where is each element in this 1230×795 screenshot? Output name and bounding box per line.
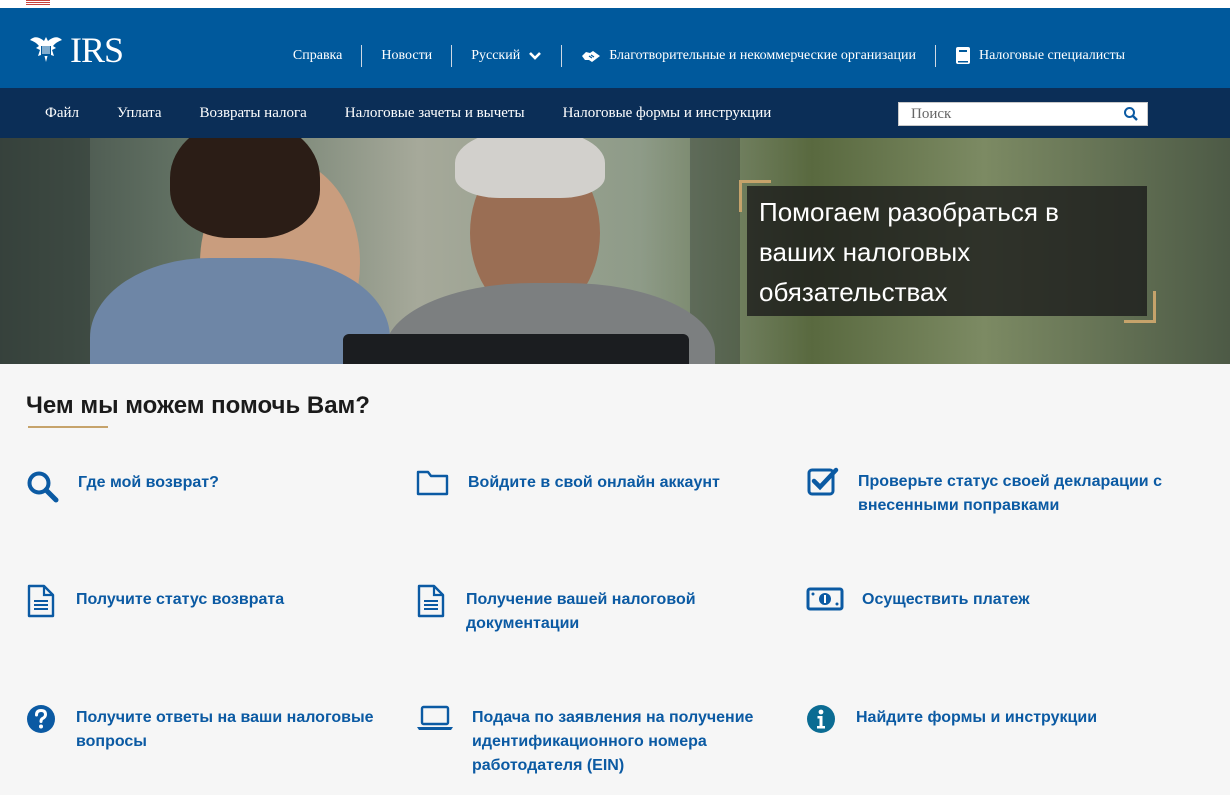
hero-banner: Помогаем разобраться в ваших налоговых о…: [0, 138, 1230, 364]
search-icon: [27, 471, 59, 503]
document-icon: [27, 584, 55, 618]
tax-pros-link[interactable]: Налоговые специалисты: [936, 46, 1144, 66]
logo-text: IRS: [70, 30, 124, 70]
hero-backdrop: [0, 138, 90, 364]
tile-label: Найдите формы и инструкции: [856, 709, 1098, 726]
tile-make-payment[interactable]: Осуществить платеж: [806, 586, 1171, 612]
title-underline: [28, 426, 108, 428]
search-icon[interactable]: [1123, 106, 1139, 122]
hero-person-image: [455, 138, 605, 198]
charities-label: Благотворительные и некоммерческие орган…: [609, 48, 916, 63]
search-input[interactable]: [899, 103, 1119, 125]
help-label: Справка: [292, 48, 343, 63]
language-label: Русский: [471, 48, 521, 63]
tile-apply-ein[interactable]: Подача по заявления на получение идентиф…: [416, 704, 776, 778]
site-header: IRS Справка Новости Русский Благотворите…: [0, 8, 1230, 88]
tile-label: Войдите в свой онлайн аккаунт: [468, 474, 720, 491]
main-nav: Файл Уплата Возвраты налога Налоговые за…: [0, 88, 1230, 138]
tax-pros-label: Налоговые специалисты: [978, 48, 1125, 63]
tile-where-refund[interactable]: Где мой возврат?: [26, 470, 386, 504]
document-icon: [417, 584, 445, 618]
nav-item-refunds[interactable]: Возвраты налога: [181, 105, 326, 122]
tile-label: Получите статус возврата: [76, 591, 285, 608]
help-section-title: Чем мы можем помочь Вам?: [26, 392, 370, 419]
chevron-down-icon: [529, 52, 542, 60]
money-icon: [806, 587, 844, 611]
news-label: Новости: [381, 48, 433, 63]
nav-item-forms-instructions[interactable]: Налоговые формы и инструкции: [544, 105, 791, 122]
laptop-icon: [417, 705, 453, 730]
tile-online-account[interactable]: Войдите в свой онлайн аккаунт: [416, 468, 776, 498]
hero-person-image: [170, 138, 320, 238]
tile-amended-status[interactable]: Проверьте статус своей декларации с внес…: [806, 466, 1171, 518]
tile-label: Где мой возврат?: [78, 474, 219, 491]
irs-logo[interactable]: IRS: [26, 30, 124, 70]
tile-label: Осуществить платеж: [862, 591, 1030, 608]
news-link[interactable]: Новости: [362, 48, 451, 64]
checkbox-icon: [807, 467, 839, 496]
utility-nav: Справка Новости Русский Благотворительны…: [274, 44, 1144, 68]
tile-label: Подача по заявления на получение идентиф…: [472, 709, 754, 774]
caption-frame-corner: [1124, 291, 1156, 323]
hero-caption: Помогаем разобраться в ваших налоговых о…: [747, 186, 1147, 316]
tile-forms-instructions[interactable]: Найдите формы и инструкции: [806, 704, 1171, 734]
folder-icon: [416, 470, 449, 496]
us-flag-icon: [26, 0, 50, 6]
question-circle-icon: [27, 705, 55, 733]
info-circle-icon: [807, 705, 835, 733]
nav-item-credits-deductions[interactable]: Налоговые зачеты и вычеты: [326, 105, 544, 122]
tile-label: Получение вашей налоговой документации: [466, 591, 696, 632]
laptop-image: [343, 334, 689, 364]
charities-link[interactable]: Благотворительные и некоммерческие орган…: [562, 47, 935, 65]
nav-item-file[interactable]: Файл: [26, 105, 98, 122]
help-link[interactable]: Справка: [274, 48, 361, 64]
tile-refund-status[interactable]: Получите статус возврата: [26, 584, 386, 618]
tile-tax-records[interactable]: Получение вашей налоговой документации: [416, 584, 776, 636]
language-selector[interactable]: Русский: [452, 48, 561, 64]
tile-label: Получите ответы на ваши налоговые вопрос…: [76, 709, 374, 750]
eagle-icon: [30, 37, 62, 62]
handshake-icon: [582, 51, 601, 62]
nav-items: Файл Уплата Возвраты налога Налоговые за…: [26, 88, 790, 138]
tile-label: Проверьте статус своей декларации с внес…: [858, 473, 1162, 514]
gov-banner: [0, 0, 1230, 8]
book-icon: [955, 47, 970, 64]
hero-caption-text: Помогаем разобраться в ваших налоговых о…: [759, 197, 1059, 307]
search-box: [898, 102, 1148, 126]
tile-tax-questions[interactable]: Получите ответы на ваши налоговые вопрос…: [26, 704, 386, 754]
nav-item-pay[interactable]: Уплата: [98, 105, 180, 122]
